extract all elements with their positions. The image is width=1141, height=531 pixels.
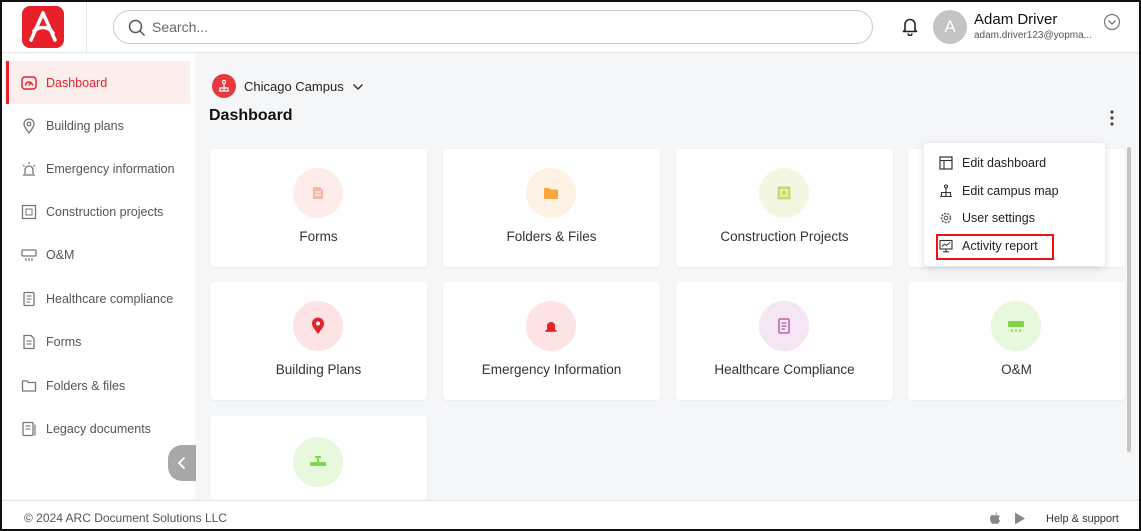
sidebar-item-label: O&M	[46, 247, 75, 262]
location-pin-icon	[293, 301, 343, 351]
sidebar-item-legacy-documents[interactable]: Legacy documents	[6, 407, 190, 450]
chevron-left-icon	[177, 456, 186, 470]
more-options-icon[interactable]	[1106, 108, 1118, 128]
location-pin-icon	[20, 117, 38, 135]
search-icon	[128, 19, 146, 42]
sidebar-item-label: Healthcare compliance	[46, 291, 174, 306]
footer: © 2024 ARC Document Solutions LLC Help &…	[2, 500, 1139, 529]
copyright-text: © 2024 ARC Document Solutions LLC	[24, 511, 227, 525]
sidebar-item-construction-projects[interactable]: Construction projects	[6, 190, 190, 233]
card-label: Building Plans	[275, 362, 362, 377]
form-icon	[293, 168, 343, 218]
blueprint-icon	[20, 203, 38, 221]
gear-icon	[938, 210, 954, 226]
user-email: adam.driver123@yopma...	[974, 30, 1092, 41]
collapse-sidebar-button[interactable]	[168, 445, 196, 481]
siren-icon	[526, 301, 576, 351]
siren-icon	[20, 160, 38, 178]
app-window: A Adam Driver adam.driver123@yopma... Da…	[0, 0, 1141, 531]
sidebar-item-forms[interactable]: Forms	[6, 320, 190, 363]
sidebar-item-label: Forms	[46, 334, 82, 349]
chevron-down-icon	[352, 79, 364, 94]
card-label: Emergency Information	[481, 362, 622, 377]
sidebar-item-label: Legacy documents	[46, 421, 151, 436]
document-icon	[759, 301, 809, 351]
menu-item-label: User settings	[962, 211, 1035, 225]
user-menu-chevron-icon[interactable]	[1103, 13, 1121, 36]
sidebar-item-om[interactable]: O&M	[6, 233, 190, 276]
card-label: Folders & Files	[506, 229, 597, 244]
top-header: A Adam Driver adam.driver123@yopma...	[2, 2, 1139, 53]
arc-logo[interactable]	[22, 6, 64, 48]
dashboard-options-menu: Edit dashboard Edit campus map User sett…	[924, 143, 1105, 266]
card-label: Healthcare Compliance	[714, 362, 855, 377]
sidebar: Dashboard Building plans Emergency infor…	[2, 53, 195, 499]
sidebar-item-label: Dashboard	[46, 75, 108, 90]
sidebar-item-label: Construction projects	[46, 204, 164, 219]
sidebar-item-building-plans[interactable]: Building plans	[6, 104, 190, 147]
blueprint-icon	[759, 168, 809, 218]
avatar[interactable]: A	[933, 10, 967, 44]
menu-item-activity-report[interactable]: Activity report	[938, 235, 1038, 257]
card-building-plans[interactable]: Building Plans	[210, 282, 427, 400]
campus-name: Chicago Campus	[244, 78, 344, 94]
sidebar-item-emergency-information[interactable]: Emergency information	[6, 147, 190, 190]
form-icon	[20, 333, 38, 351]
menu-item-edit-campus-map[interactable]: Edit campus map	[938, 180, 1059, 202]
search-box[interactable]	[113, 10, 873, 44]
dashboard-edit-icon	[938, 155, 954, 171]
notification-bell-icon[interactable]	[901, 16, 919, 41]
menu-item-edit-dashboard[interactable]: Edit dashboard	[938, 152, 1046, 174]
activity-report-icon	[938, 238, 954, 254]
card-forms[interactable]: Forms	[210, 149, 427, 267]
sidebar-item-label: Folders & files	[46, 378, 126, 393]
folder-icon	[20, 377, 38, 395]
legacy-document-icon	[20, 420, 38, 438]
card-partial[interactable]	[210, 416, 427, 500]
card-construction-projects[interactable]: Construction Projects	[676, 149, 893, 267]
google-play-icon[interactable]	[1014, 512, 1026, 529]
card-label: Construction Projects	[720, 229, 849, 244]
sidebar-item-folders-files[interactable]: Folders & files	[6, 364, 190, 407]
apple-app-store-icon[interactable]	[989, 512, 1001, 529]
sidebar-item-dashboard[interactable]: Dashboard	[6, 61, 190, 104]
speedometer-icon	[20, 74, 38, 92]
card-healthcare-compliance[interactable]: Healthcare Compliance	[676, 282, 893, 400]
campus-icon	[212, 74, 236, 98]
user-name: Adam Driver	[974, 11, 1058, 28]
card-label: Forms	[299, 229, 338, 244]
document-icon	[20, 290, 38, 308]
main-scrollbar[interactable]	[1127, 147, 1131, 452]
sidebar-item-label: Building plans	[46, 118, 124, 133]
sidebar-item-healthcare-compliance[interactable]: Healthcare compliance	[6, 277, 190, 320]
menu-item-user-settings[interactable]: User settings	[938, 207, 1035, 229]
page-title: Dashboard	[209, 107, 293, 124]
sidebar-item-label: Emergency information	[46, 161, 175, 176]
air-conditioner-icon	[20, 246, 38, 264]
menu-item-label: Activity report	[962, 239, 1038, 253]
help-support-link[interactable]: Help & support	[1046, 513, 1119, 525]
card-emergency-information[interactable]: Emergency Information	[443, 282, 660, 400]
search-input[interactable]	[152, 16, 852, 38]
valve-icon	[293, 437, 343, 487]
campus-map-icon	[938, 183, 954, 199]
air-conditioner-icon	[991, 301, 1041, 351]
card-om[interactable]: O&M	[908, 282, 1125, 400]
menu-item-label: Edit campus map	[962, 184, 1059, 198]
menu-item-label: Edit dashboard	[962, 156, 1047, 170]
folder-icon	[526, 168, 576, 218]
logo-cell	[2, 2, 87, 52]
campus-selector[interactable]: Chicago Campus	[212, 74, 364, 98]
card-folders-files[interactable]: Folders & Files	[443, 149, 660, 267]
card-label: O&M	[1001, 362, 1032, 377]
